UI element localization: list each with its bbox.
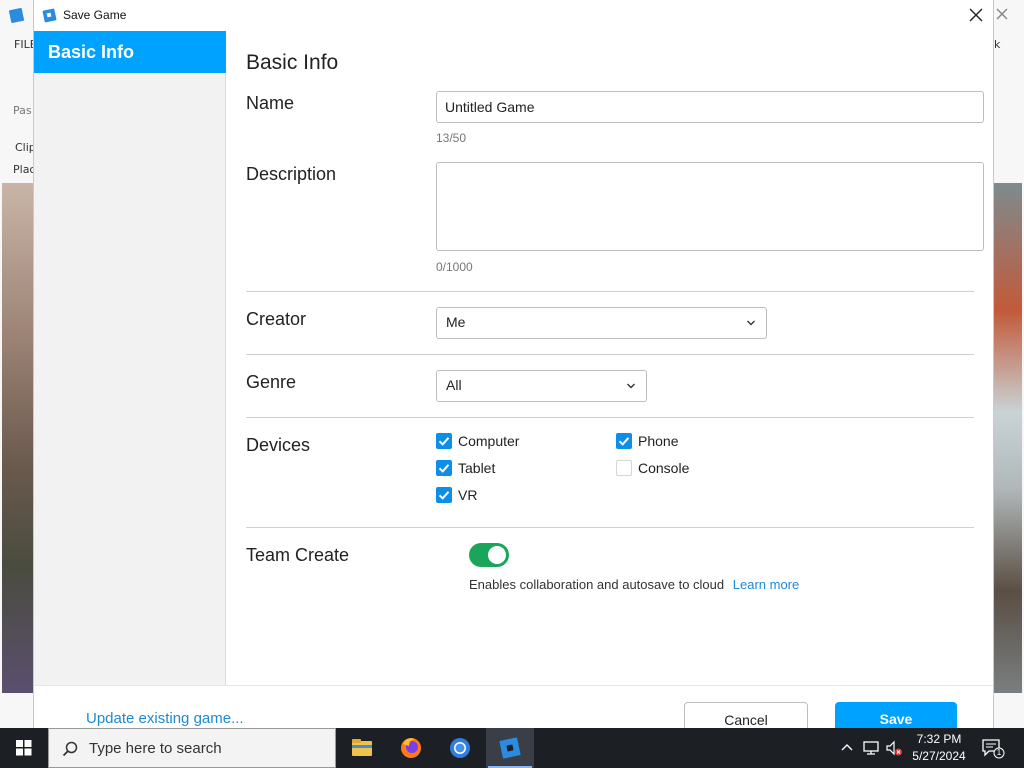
description-counter: 0/1000 xyxy=(436,260,473,274)
speaker-muted-icon[interactable] xyxy=(885,739,903,757)
divider xyxy=(246,417,974,418)
roblox-studio-icon xyxy=(499,737,521,759)
save-game-dialog: Save Game Basic Info Basic Info Name 13/… xyxy=(33,0,994,736)
file-explorer-icon xyxy=(352,739,372,756)
close-icon[interactable] xyxy=(966,5,986,25)
dialog-content: Basic Info Name 13/50 Description 0/1000… xyxy=(227,31,993,685)
creator-selected-value: Me xyxy=(446,314,466,330)
checkbox-unchecked xyxy=(616,460,632,476)
name-label: Name xyxy=(246,93,295,113)
clock-time: 7:32 PM xyxy=(916,732,962,746)
team-create-label: Team Create xyxy=(246,545,350,565)
team-create-toggle[interactable] xyxy=(469,543,509,567)
taskbar-roblox-studio[interactable] xyxy=(486,728,534,768)
taskbar-chrome[interactable] xyxy=(436,728,484,768)
genre-dropdown[interactable]: All xyxy=(436,370,647,402)
background-viewport-left xyxy=(2,183,34,693)
checkbox-checked xyxy=(436,460,452,476)
device-label-vr: VR xyxy=(458,487,478,503)
search-icon xyxy=(62,741,78,757)
chevron-down-icon xyxy=(627,383,635,389)
notification-center-button[interactable]: 1 xyxy=(980,736,1006,760)
taskbar-search-placeholder: Type here to search xyxy=(89,740,222,757)
description-label: Description xyxy=(246,164,337,184)
device-checkbox-tablet[interactable]: Tablet xyxy=(436,459,526,477)
chevron-up-icon[interactable] xyxy=(838,739,856,757)
toggle-knob xyxy=(488,546,506,564)
taskbar-file-explorer[interactable] xyxy=(338,728,386,768)
device-label-phone: Phone xyxy=(638,433,679,449)
divider xyxy=(246,354,974,355)
checkmark-icon xyxy=(438,491,450,500)
checkbox-checked xyxy=(436,433,452,449)
sidebar-item-basic-info[interactable]: Basic Info xyxy=(34,31,226,73)
device-checkbox-phone[interactable]: Phone xyxy=(616,432,706,450)
notification-count: 1 xyxy=(996,748,1002,757)
device-label-console: Console xyxy=(638,460,690,476)
taskbar-firefox[interactable] xyxy=(387,728,435,768)
device-checkbox-computer[interactable]: Computer xyxy=(436,432,546,450)
checkmark-icon xyxy=(438,437,450,446)
taskbar-search-box[interactable]: Type here to search xyxy=(48,728,336,768)
name-input[interactable] xyxy=(436,91,984,123)
checkmark-icon xyxy=(438,464,450,473)
start-button[interactable] xyxy=(0,728,48,768)
taskbar: Type here to search 7:32 PM 5/27/2024 1 xyxy=(0,728,1024,768)
dialog-titlebar[interactable]: Save Game xyxy=(34,0,993,31)
learn-more-link[interactable]: Learn more xyxy=(733,577,799,592)
genre-selected-value: All xyxy=(446,377,462,393)
roblox-studio-icon xyxy=(9,8,24,23)
device-label-tablet: Tablet xyxy=(458,460,496,476)
taskbar-clock[interactable]: 7:32 PM 5/27/2024 xyxy=(906,731,972,765)
background-menu-right[interactable]: k xyxy=(994,38,1000,51)
windows-start-icon xyxy=(16,740,32,756)
dialog-title: Save Game xyxy=(63,8,127,22)
network-icon[interactable] xyxy=(862,739,880,757)
checkbox-checked xyxy=(436,487,452,503)
update-existing-game-link[interactable]: Update existing game... xyxy=(86,710,244,727)
device-checkbox-vr[interactable]: VR xyxy=(436,486,496,504)
roblox-studio-icon xyxy=(42,8,57,23)
creator-dropdown[interactable]: Me xyxy=(436,307,767,339)
section-title: Basic Info xyxy=(246,51,339,74)
clock-date: 5/27/2024 xyxy=(912,749,966,763)
dialog-sidebar: Basic Info xyxy=(34,31,226,685)
genre-label: Genre xyxy=(246,372,297,392)
chevron-down-icon xyxy=(747,320,755,326)
name-counter: 13/50 xyxy=(436,131,467,145)
background-close-icon[interactable] xyxy=(994,6,1010,22)
background-ribbon-paste[interactable]: Pas xyxy=(13,104,32,117)
description-textarea[interactable] xyxy=(436,162,984,251)
devices-label: Devices xyxy=(246,435,311,455)
background-viewport-right xyxy=(993,183,1022,693)
checkmark-icon xyxy=(618,437,630,446)
checkbox-checked xyxy=(616,433,632,449)
firefox-icon xyxy=(401,738,421,758)
team-create-helper-text: Enables collaboration and autosave to cl… xyxy=(469,577,725,592)
dialog-footer: Update existing game... Cancel Save xyxy=(34,685,993,736)
creator-label: Creator xyxy=(246,309,307,329)
team-create-helper: Enables collaboration and autosave to cl… xyxy=(469,577,799,592)
chrome-icon xyxy=(450,738,470,758)
divider xyxy=(246,527,974,528)
device-label-computer: Computer xyxy=(458,433,520,449)
divider xyxy=(246,291,974,292)
device-checkbox-console[interactable]: Console xyxy=(616,459,706,477)
